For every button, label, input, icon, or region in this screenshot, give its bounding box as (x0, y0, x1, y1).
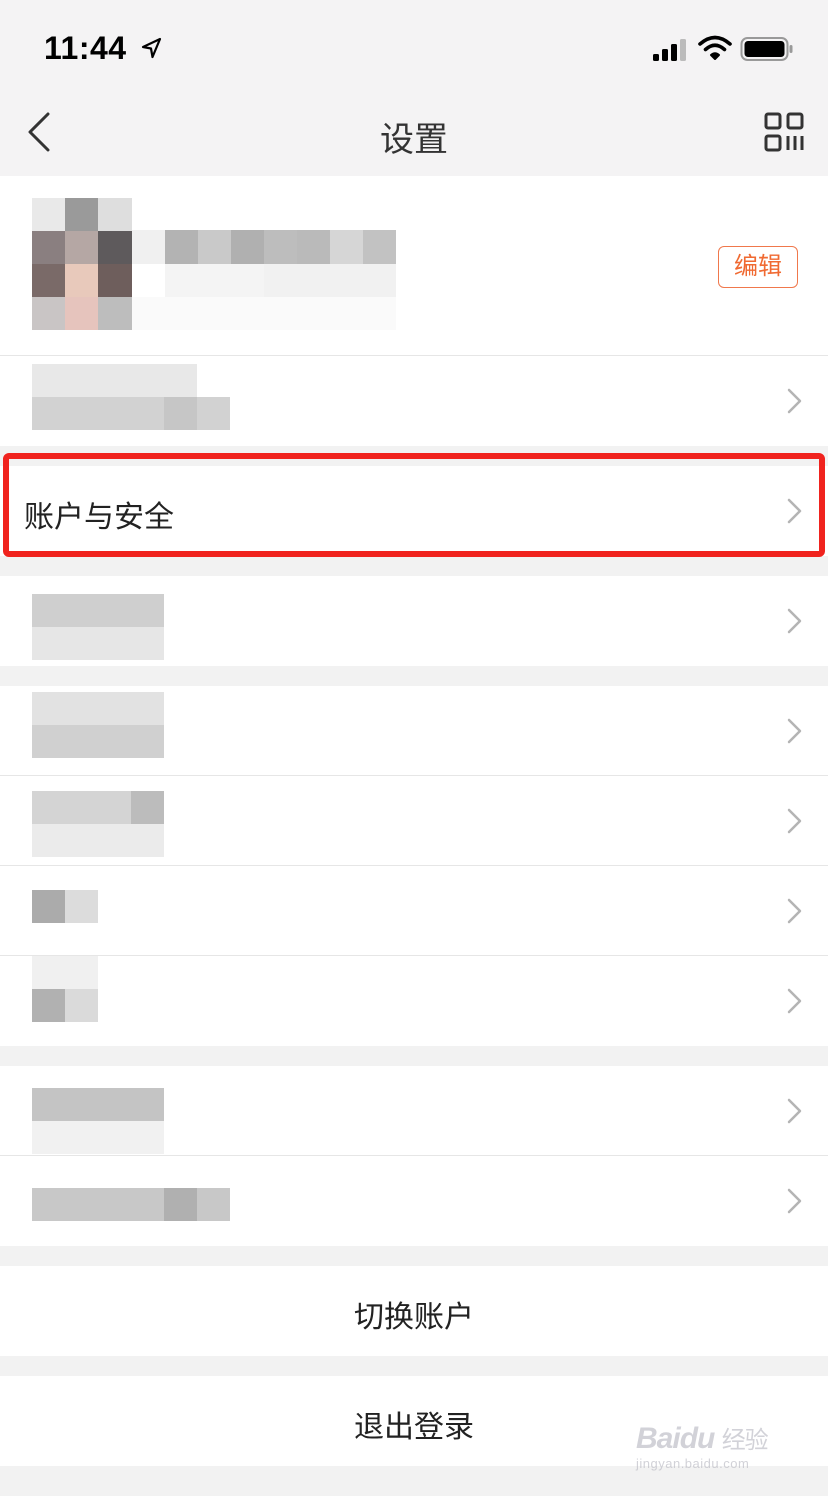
chevron-right-icon (787, 498, 802, 524)
chevron-right-icon (787, 1188, 802, 1214)
chevron-right-icon (787, 718, 802, 744)
chevron-right-icon (787, 988, 802, 1014)
settings-row[interactable] (0, 356, 828, 446)
baidu-watermark: Baidu 经验 jingyan.baidu.com (636, 1422, 769, 1471)
location-arrow-icon (141, 37, 162, 59)
row-label-obscured (32, 364, 230, 430)
chevron-right-icon (787, 608, 802, 634)
status-time: 11:44 (44, 30, 127, 66)
avatar (32, 198, 132, 330)
switch-account-button[interactable]: 切换账户 (0, 1266, 828, 1356)
watermark-brand-cn: 经验 (721, 1426, 769, 1454)
settings-row[interactable] (0, 1156, 828, 1246)
settings-row[interactable] (0, 866, 828, 956)
row-label-obscured (32, 890, 98, 923)
watermark-url: jingyan.baidu.com (636, 1456, 750, 1471)
chevron-right-icon (787, 1098, 802, 1124)
chevron-right-icon (787, 808, 802, 834)
settings-row[interactable] (0, 776, 828, 866)
nav-bar: 设置 (0, 88, 828, 176)
profile-row[interactable]: 编辑 (0, 176, 828, 356)
edit-profile-button[interactable]: 编辑 (718, 246, 798, 288)
watermark-brand: Bai (636, 1422, 681, 1455)
row-label-obscured (32, 1088, 164, 1154)
profile-name-obscured (132, 230, 396, 330)
qr-code-icon[interactable] (764, 112, 804, 152)
settings-row[interactable] (0, 576, 828, 666)
cellular-signal-icon (653, 39, 686, 61)
row-label-obscured (32, 1188, 230, 1221)
row-label-obscured (32, 791, 164, 857)
wifi-icon (698, 35, 732, 60)
settings-row[interactable] (0, 686, 828, 776)
chevron-right-icon (787, 898, 802, 924)
row-label-obscured (32, 692, 164, 758)
status-bar: 11:44 (0, 0, 828, 88)
account-security-row[interactable]: 账户与安全 (0, 466, 828, 556)
account-security-label: 账户与安全 (24, 500, 174, 535)
battery-icon (740, 37, 793, 61)
page-title: 设置 (380, 120, 448, 160)
chevron-right-icon (787, 388, 802, 414)
row-label-obscured (32, 594, 164, 660)
row-label-obscured (32, 956, 98, 1022)
switch-account-label: 切换账户 (354, 1300, 474, 1335)
settings-row[interactable] (0, 956, 828, 1046)
settings-row[interactable] (0, 1066, 828, 1156)
